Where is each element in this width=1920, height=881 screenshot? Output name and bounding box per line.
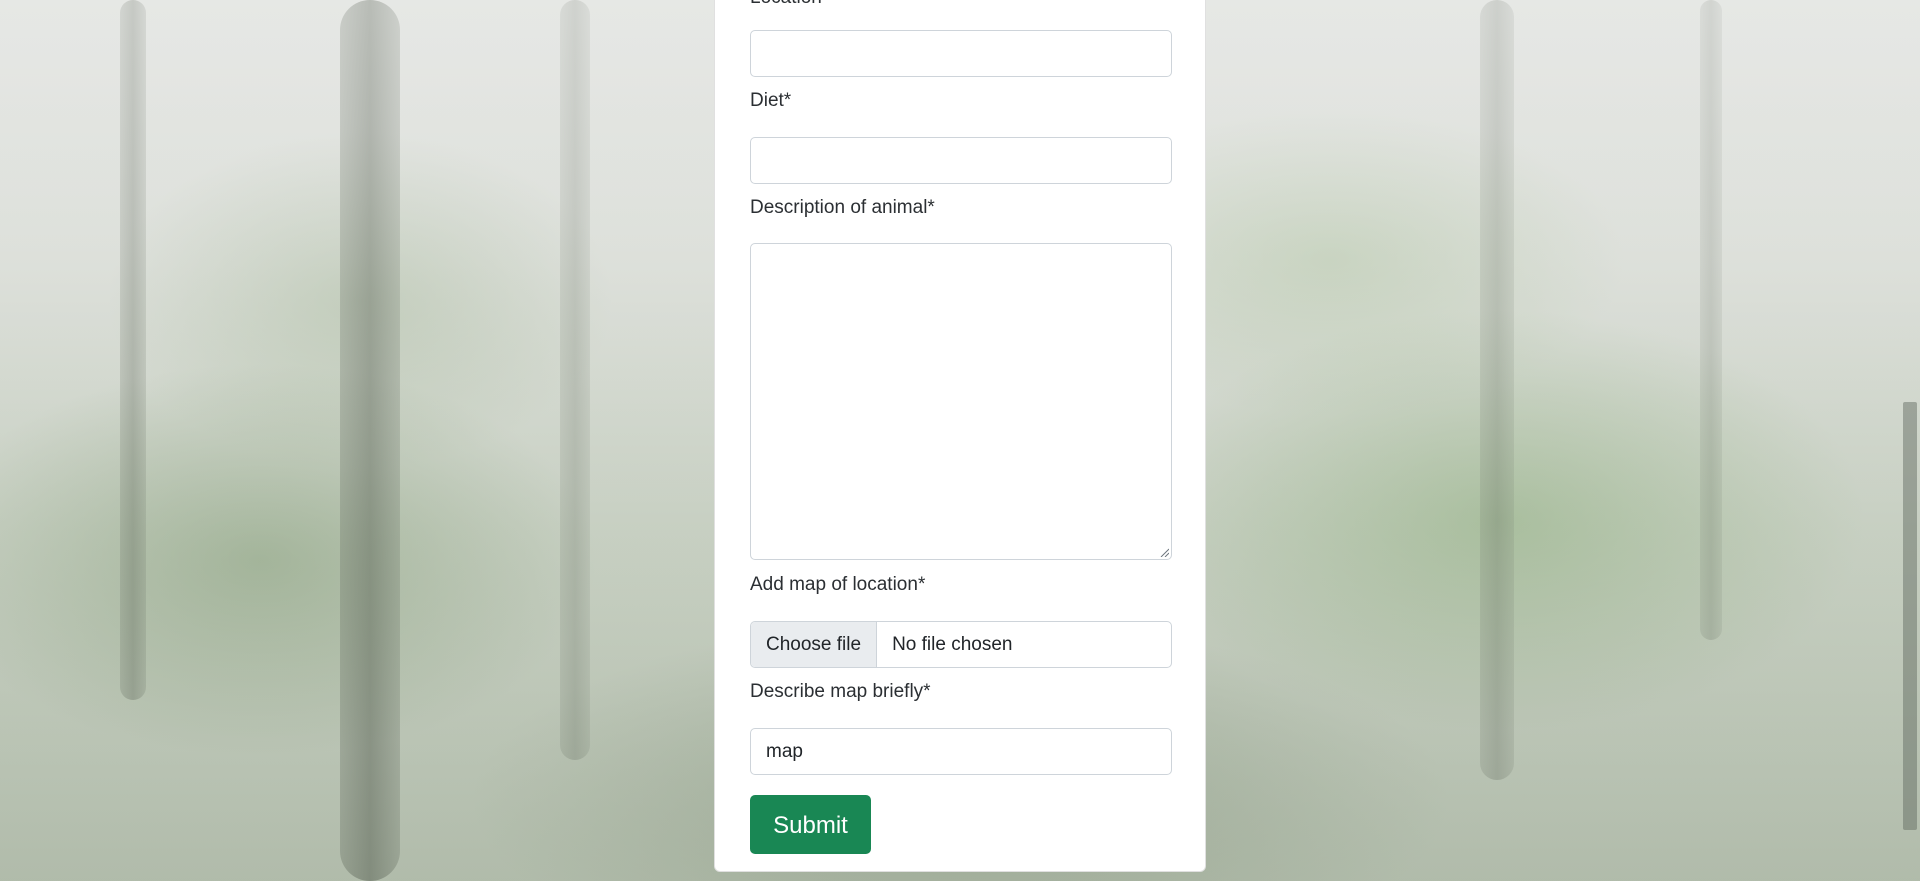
diet-input[interactable] xyxy=(750,137,1172,184)
choose-file-button[interactable]: Choose file xyxy=(751,622,878,667)
map-file-label: Add map of location* xyxy=(750,574,926,595)
resize-grip-icon[interactable] xyxy=(1159,547,1169,557)
page-scrollbar[interactable] xyxy=(1900,0,1920,881)
scrollbar-thumb[interactable] xyxy=(1903,402,1917,830)
location-input[interactable] xyxy=(750,30,1172,77)
description-textarea[interactable] xyxy=(750,243,1172,560)
description-label: Description of animal* xyxy=(750,197,935,218)
diet-label: Diet* xyxy=(750,90,792,111)
animal-form-card: Location* Diet* Description of animal* A… xyxy=(714,0,1206,872)
map-description-input[interactable]: map xyxy=(750,728,1172,775)
file-status-text: No file chosen xyxy=(892,634,1013,655)
map-file-input[interactable]: Choose file No file chosen xyxy=(750,621,1172,668)
location-label: Location* xyxy=(750,0,829,9)
map-description-label: Describe map briefly* xyxy=(750,681,931,702)
submit-button[interactable]: Submit xyxy=(750,795,871,854)
